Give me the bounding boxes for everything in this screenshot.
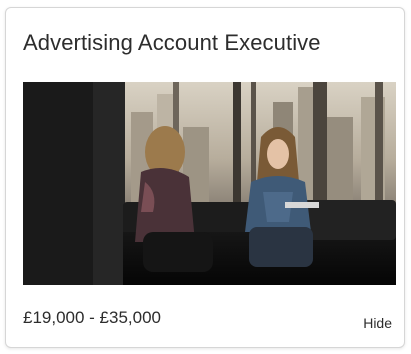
hide-button[interactable]: Hide bbox=[363, 315, 392, 331]
job-card[interactable]: Advertising Account Executive £19,000 - … bbox=[5, 7, 405, 348]
job-title[interactable]: Advertising Account Executive bbox=[23, 30, 321, 56]
office-meeting-photo bbox=[23, 82, 396, 285]
salary-range: £19,000 - £35,000 bbox=[23, 308, 162, 327]
job-card-photo bbox=[23, 82, 396, 285]
